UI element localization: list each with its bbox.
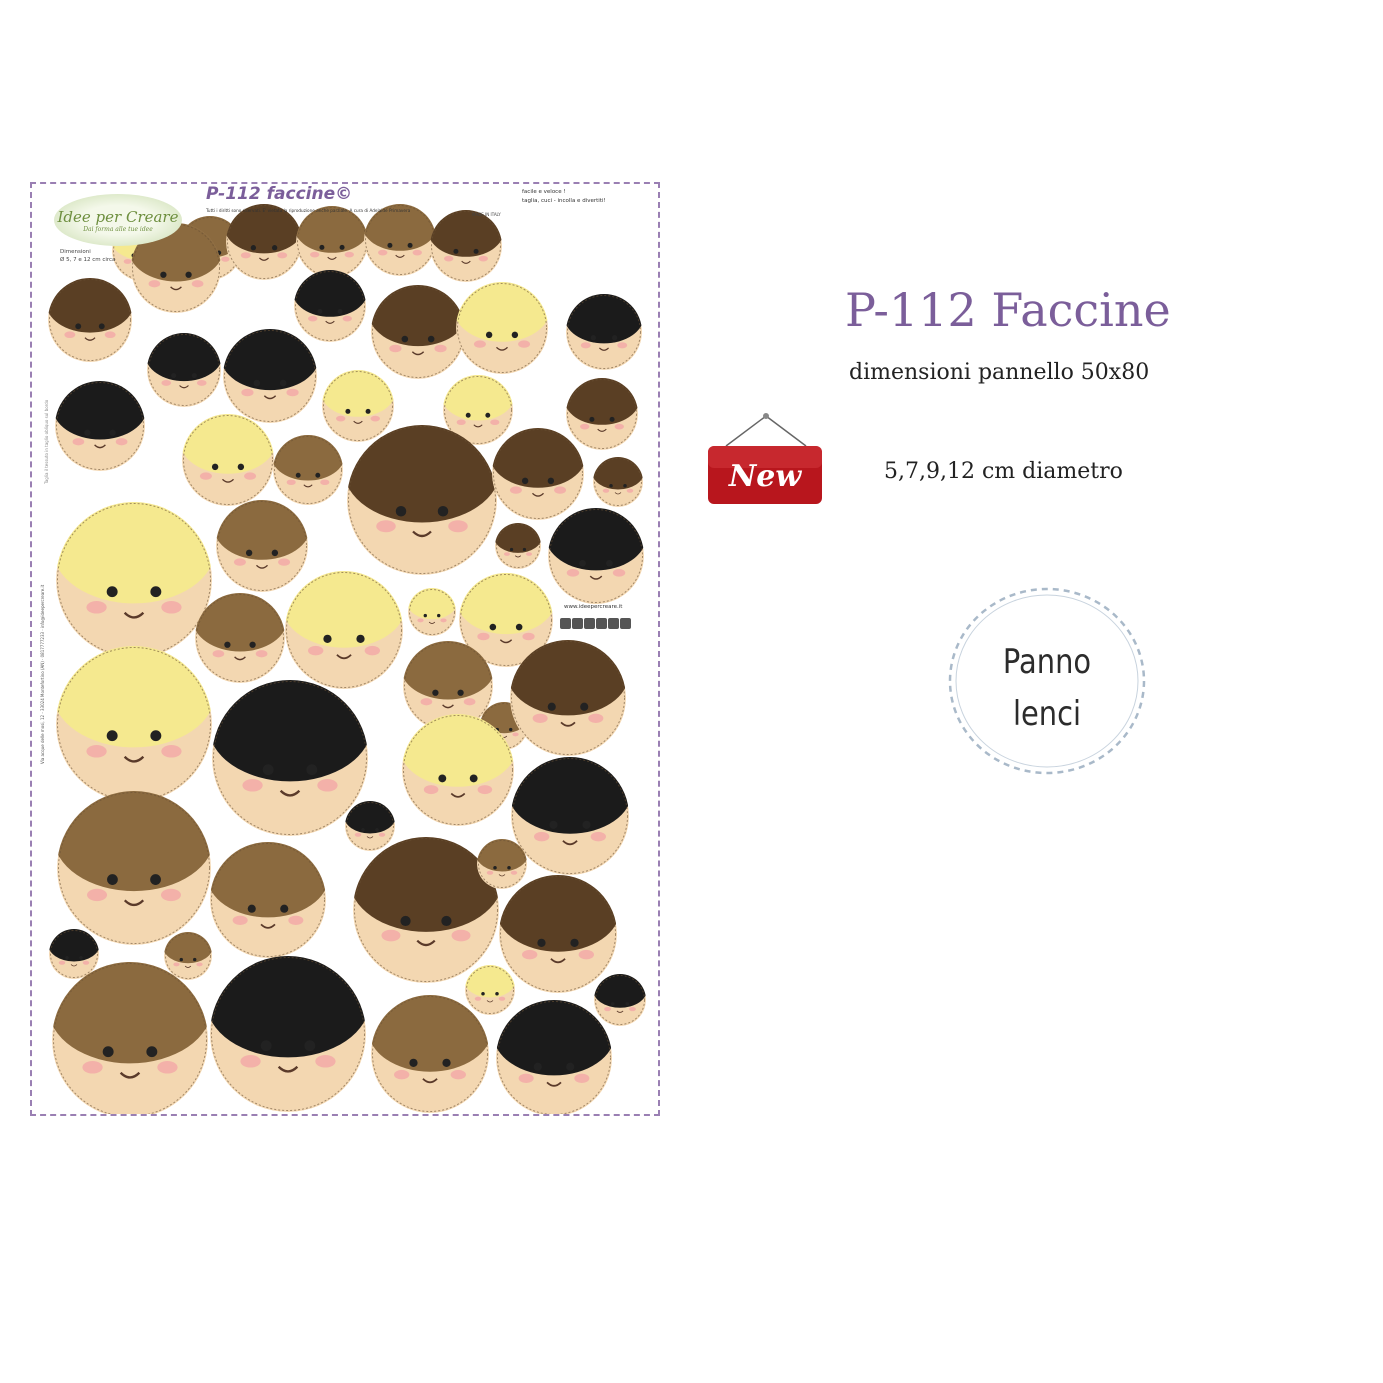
panel-copyright-notice: Tutti i diritti sono riservati. E' vieta… bbox=[206, 208, 411, 213]
felt-face bbox=[273, 435, 343, 505]
pinterest-icon bbox=[596, 618, 607, 629]
panel-title: P-112 faccine© bbox=[206, 184, 353, 204]
instagram-icon bbox=[608, 618, 619, 629]
panel-size: dimensioni pannello 50x80 bbox=[849, 360, 1150, 385]
felt-face bbox=[285, 571, 403, 689]
felt-face bbox=[56, 502, 212, 658]
panel-website: www.ideepercreare.it bbox=[564, 604, 623, 610]
new-tag-label: New bbox=[728, 459, 803, 494]
material-label: Panno lenci bbox=[962, 636, 1132, 740]
email-icon bbox=[620, 618, 631, 629]
panel-address: Via acque delle mosi, 12 - 33024 Montefo… bbox=[40, 584, 45, 764]
panel-side-text: Taglia il tessuto in taglio obliquo sul … bbox=[44, 399, 49, 484]
panel-features: facile e veloce ! taglia, cuci - incolla… bbox=[522, 188, 606, 206]
brand-logo: Idee per Creare Dai forma alle tue idee bbox=[54, 194, 182, 246]
felt-face bbox=[548, 508, 644, 604]
felt-face bbox=[456, 282, 548, 374]
felt-face bbox=[216, 500, 308, 592]
felt-face bbox=[495, 523, 541, 569]
felt-face bbox=[371, 285, 465, 379]
twitter-icon bbox=[572, 618, 583, 629]
felt-face bbox=[594, 974, 646, 1026]
felt-face bbox=[465, 965, 515, 1015]
felt-face bbox=[322, 370, 394, 442]
felt-face bbox=[499, 875, 617, 993]
dimensions-label: Dimensioni bbox=[60, 249, 91, 255]
product-title: P-112 Faccine bbox=[845, 283, 1171, 337]
felt-face bbox=[408, 588, 456, 636]
felt-face bbox=[566, 294, 642, 370]
faces-pattern bbox=[48, 204, 646, 1114]
felt-face bbox=[492, 428, 584, 520]
felt-face bbox=[294, 270, 366, 342]
fabric-panel-image: Idee per Creare Dai forma alle tue idee … bbox=[30, 182, 660, 1116]
feature-item: facile e veloce ! bbox=[522, 189, 566, 195]
felt-face bbox=[566, 378, 638, 450]
felt-face bbox=[210, 842, 326, 958]
feature-item: taglia, cuci - incolla e divertiti! bbox=[522, 198, 606, 204]
felt-face bbox=[212, 680, 368, 836]
felt-face bbox=[49, 929, 99, 979]
felt-face bbox=[210, 956, 366, 1112]
logo-name: Idee per Creare bbox=[57, 207, 179, 226]
youtube-icon bbox=[584, 618, 595, 629]
felt-face bbox=[164, 932, 212, 980]
new-tag: New bbox=[708, 413, 822, 504]
panel-dimensions: Dimensioni Ø 5, 7 e 12 cm circa bbox=[60, 248, 115, 264]
felt-face bbox=[511, 757, 629, 875]
dimensions-value: Ø 5, 7 e 12 cm circa bbox=[60, 257, 116, 263]
diameter-info: 5,7,9,12 cm diametro bbox=[884, 459, 1123, 484]
felt-face bbox=[55, 381, 145, 471]
material-line1: Panno bbox=[1002, 642, 1092, 682]
social-icons bbox=[560, 618, 631, 629]
felt-face bbox=[48, 278, 132, 362]
tag-string bbox=[725, 415, 767, 447]
made-in-label: MADE IN ITALY bbox=[472, 212, 501, 217]
felt-face bbox=[56, 646, 212, 802]
felt-face bbox=[57, 791, 211, 945]
material-line2: lenci bbox=[1012, 694, 1082, 734]
felt-face bbox=[182, 414, 274, 506]
facebook-icon bbox=[560, 618, 571, 629]
logo-tagline: Dai forma alle tue idee bbox=[83, 225, 153, 233]
felt-face bbox=[593, 457, 643, 507]
felt-face bbox=[223, 329, 317, 423]
tag-string bbox=[765, 415, 807, 447]
tag-pin bbox=[763, 413, 769, 419]
felt-face bbox=[147, 333, 221, 407]
